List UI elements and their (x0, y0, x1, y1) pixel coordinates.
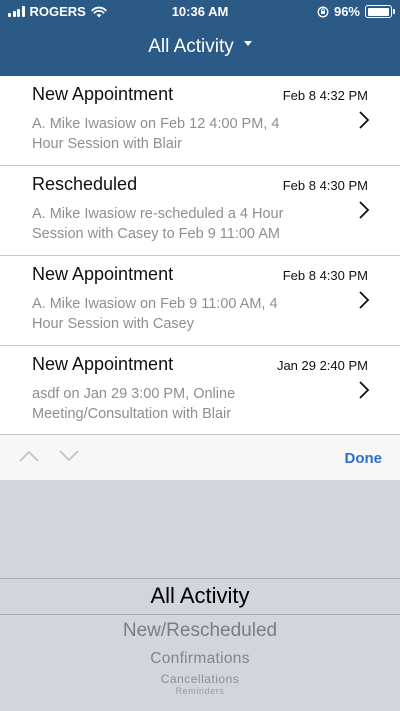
activity-title: New Appointment (32, 84, 174, 104)
activity-description: A. Mike Iwasiow on Feb 12 4:00 PM, 4 Hou… (32, 114, 322, 154)
activity-description-line: Hour Session with Blair (32, 136, 182, 152)
activity-description-line: Session with Casey to Feb 9 11:00 AM (32, 226, 280, 242)
activity-date: Feb 8 4:30 PM (282, 268, 368, 283)
activity-title: New Appointment (32, 354, 174, 374)
battery-icon (365, 5, 395, 18)
activity-item[interactable]: Rescheduled Feb 8 4:30 PM A. Mike Iwasio… (0, 166, 400, 256)
status-right: 96% (317, 4, 395, 19)
battery-percent: 96% (333, 4, 360, 19)
picker-option[interactable]: New/Rescheduled (0, 620, 400, 642)
activity-description-line: Meeting/Consultation with Blair (32, 406, 232, 422)
done-button[interactable]: Done (345, 450, 383, 467)
activity-title: Rescheduled (32, 174, 138, 194)
activity-title: New Appointment (32, 264, 174, 284)
picker-toolbar: Done (0, 434, 400, 480)
next-arrow-icon[interactable] (58, 449, 80, 463)
orientation-lock-icon (317, 6, 329, 17)
activity-description: asdf on Jan 29 3:00 PM, Online Meeting/C… (32, 384, 322, 424)
activity-description-line: asdf on Jan 29 3:00 PM, Online (32, 386, 236, 402)
activity-item[interactable]: New Appointment Feb 8 4:30 PM A. Mike Iw… (0, 256, 400, 346)
activity-date: Feb 8 4:30 PM (282, 178, 368, 193)
picker-selection-bottom-line (0, 614, 400, 615)
battery-level-fill (367, 7, 389, 16)
activity-description: A. Mike Iwasiow re-scheduled a 4 Hour Se… (32, 204, 322, 244)
status-bar: ROGERS 10:36 AM 96% (0, 0, 400, 24)
caret-down-icon (243, 41, 252, 47)
chevron-right-icon (359, 381, 370, 399)
picker-selection-top-line (0, 578, 400, 579)
chevron-right-icon (359, 291, 370, 309)
nav-bar: ROGERS 10:36 AM 96% All Activity (0, 0, 400, 76)
picker-option[interactable]: Cancellations (0, 672, 400, 686)
activity-list: New Appointment Feb 8 4:32 PM A. Mike Iw… (0, 76, 400, 436)
previous-arrow-icon[interactable] (18, 449, 40, 463)
chevron-right-icon (359, 111, 370, 129)
activity-description-line: A. Mike Iwasiow on Feb 12 4:00 PM, 4 (32, 116, 280, 132)
picker-option-selected[interactable]: All Activity (0, 583, 400, 609)
activity-item[interactable]: New Appointment Jan 29 2:40 PM asdf on J… (0, 346, 400, 436)
page-title: All Activity (148, 36, 234, 57)
activity-picker[interactable]: All Activity New/Rescheduled Confirmatio… (0, 480, 400, 711)
chevron-right-icon (359, 201, 370, 219)
activity-date: Feb 8 4:32 PM (282, 88, 368, 103)
activity-date: Jan 29 2:40 PM (276, 358, 368, 373)
activity-description-line: A. Mike Iwasiow on Feb 9 11:00 AM, 4 (32, 296, 278, 312)
picker-option[interactable]: Reminders (0, 686, 400, 696)
activity-description: A. Mike Iwasiow on Feb 9 11:00 AM, 4 Hou… (32, 294, 322, 334)
picker-option[interactable]: Confirmations (0, 650, 400, 668)
activity-item[interactable]: New Appointment Feb 8 4:32 PM A. Mike Iw… (0, 76, 400, 166)
activity-filter-dropdown[interactable]: All Activity (0, 36, 400, 58)
activity-description-line: A. Mike Iwasiow re-scheduled a 4 Hour (32, 206, 284, 222)
activity-description-line: Hour Session with Casey (32, 316, 194, 332)
